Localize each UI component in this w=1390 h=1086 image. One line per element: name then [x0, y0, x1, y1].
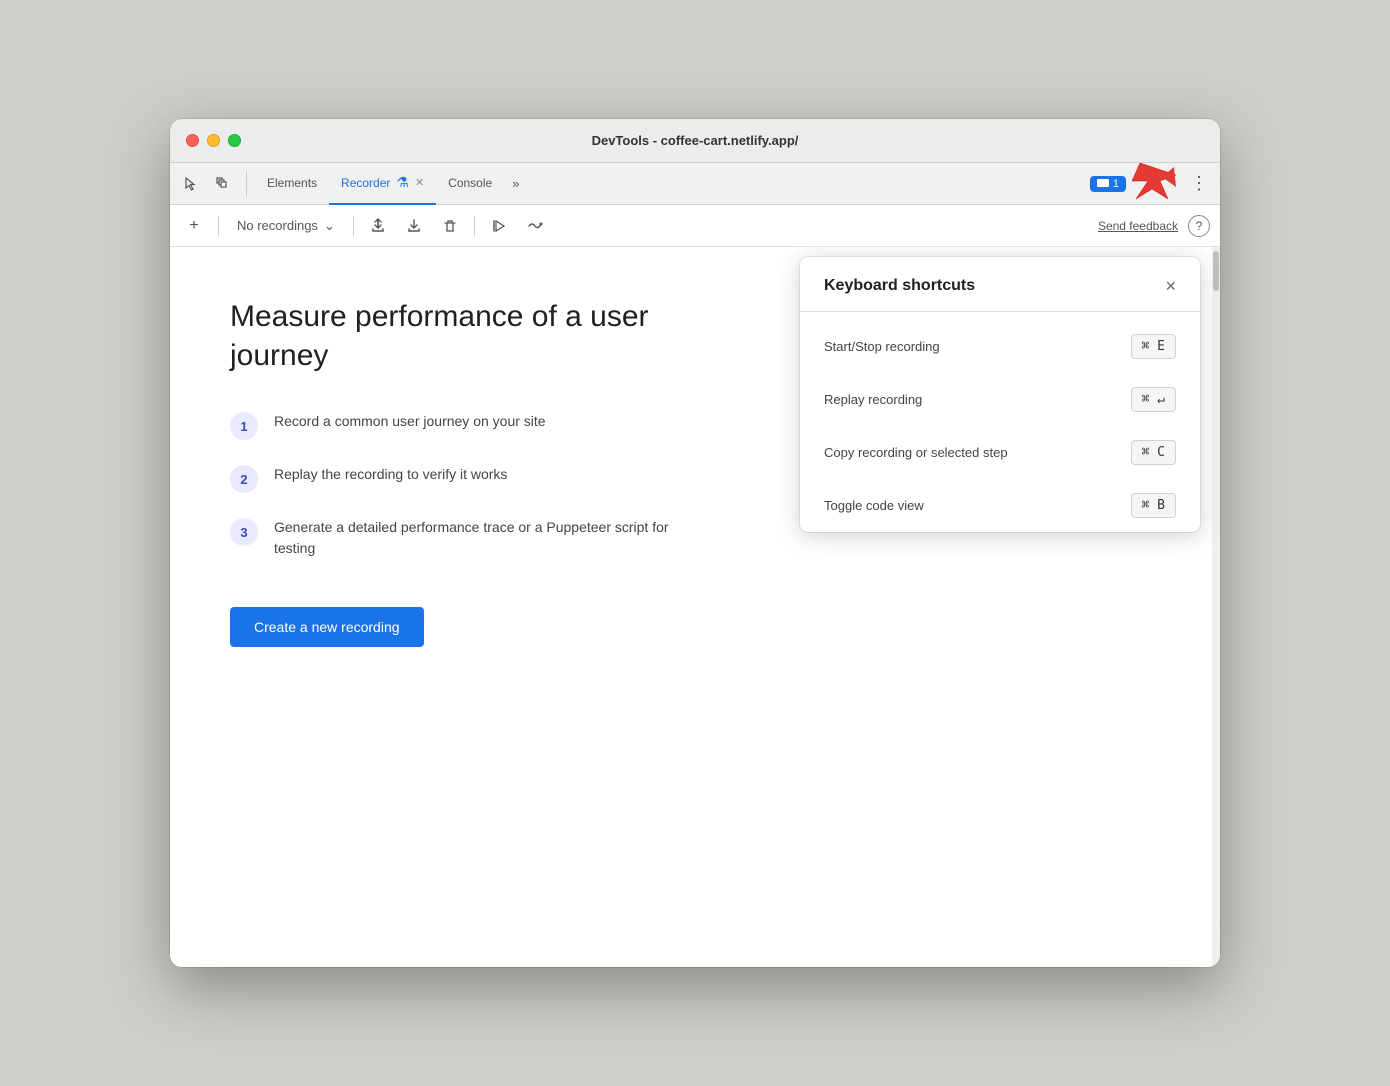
scrollbar[interactable] — [1212, 247, 1220, 967]
recorder-toolbar: + No recordings ⌄ — [170, 205, 1220, 247]
more-options-button[interactable]: ⋮ — [1186, 169, 1212, 198]
minimize-button[interactable] — [207, 134, 220, 147]
more-tabs-button[interactable]: » — [504, 163, 527, 205]
send-feedback-button[interactable]: Send feedback — [1098, 219, 1178, 233]
main-content: Measure performance of a user journey 1 … — [170, 247, 1220, 967]
performance-button[interactable] — [521, 212, 549, 240]
popup-divider — [800, 311, 1200, 312]
step-text-3: Generate a detailed performance trace or… — [274, 517, 670, 559]
toolbar-divider-3 — [474, 216, 475, 236]
red-arrow-icon — [1132, 159, 1180, 203]
shortcut-label-0: Start/Stop recording — [824, 339, 940, 354]
shortcut-row-2: Copy recording or selected step ⌘ C — [800, 426, 1200, 479]
red-arrow-annotation — [1132, 159, 1180, 208]
dt-right-controls: 1 ⋮ — [1090, 159, 1212, 208]
popup-close-button[interactable]: × — [1165, 277, 1176, 295]
layers-icon[interactable] — [210, 171, 236, 197]
export-button[interactable] — [364, 212, 392, 240]
dt-icon-group — [178, 171, 247, 197]
cursor-icon[interactable] — [178, 171, 204, 197]
add-recording-button[interactable]: + — [180, 212, 208, 240]
recorder-flask-icon: ⚗ — [396, 174, 409, 191]
devtools-window: DevTools - coffee-cart.netlify.app/ Elem… — [170, 119, 1220, 967]
devtools-tab-bar: Elements Recorder ⚗ ✕ Console » 1 — [170, 163, 1220, 205]
toolbar-divider-1 — [218, 216, 219, 236]
shortcut-label-2: Copy recording or selected step — [824, 445, 1008, 460]
shortcut-row-0: Start/Stop recording ⌘ E — [800, 320, 1200, 373]
popup-header: Keyboard shortcuts × — [800, 257, 1200, 311]
content-left: Measure performance of a user journey 1 … — [170, 247, 730, 697]
tab-console[interactable]: Console — [436, 163, 504, 205]
shortcut-key-1: ⌘ ↵ — [1131, 387, 1176, 412]
notification-badge[interactable]: 1 — [1090, 176, 1126, 192]
replay-button[interactable] — [485, 212, 513, 240]
chevron-down-icon: ⌄ — [324, 218, 335, 234]
shortcut-label-1: Replay recording — [824, 392, 922, 407]
delete-button[interactable] — [436, 212, 464, 240]
toolbar-divider-2 — [353, 216, 354, 236]
shortcut-label-3: Toggle code view — [824, 498, 924, 513]
recorder-tab-close[interactable]: ✕ — [415, 176, 424, 189]
close-button[interactable] — [186, 134, 199, 147]
traffic-lights — [186, 134, 241, 147]
tab-elements[interactable]: Elements — [255, 163, 329, 205]
shortcut-key-0: ⌘ E — [1131, 334, 1176, 359]
maximize-button[interactable] — [228, 134, 241, 147]
window-title: DevTools - coffee-cart.netlify.app/ — [592, 133, 799, 148]
steps-list: 1 Record a common user journey on your s… — [230, 411, 670, 559]
step-item-1: 1 Record a common user journey on your s… — [230, 411, 670, 440]
step-number-3: 3 — [230, 518, 258, 546]
recordings-dropdown[interactable]: No recordings ⌄ — [229, 214, 343, 238]
tab-recorder[interactable]: Recorder ⚗ ✕ — [329, 163, 436, 205]
step-number-1: 1 — [230, 412, 258, 440]
step-text-2: Replay the recording to verify it works — [274, 464, 507, 485]
step-item-2: 2 Replay the recording to verify it work… — [230, 464, 670, 493]
scrollbar-thumb[interactable] — [1213, 251, 1219, 291]
shortcut-key-2: ⌘ C — [1131, 440, 1176, 465]
shortcut-key-3: ⌘ B — [1131, 493, 1176, 518]
keyboard-shortcuts-popup: Keyboard shortcuts × Start/Stop recordin… — [800, 257, 1200, 532]
toolbar-right: Send feedback ? — [1098, 215, 1210, 237]
help-button[interactable]: ? — [1188, 215, 1210, 237]
create-recording-button[interactable]: Create a new recording — [230, 607, 424, 647]
title-bar: DevTools - coffee-cart.netlify.app/ — [170, 119, 1220, 163]
popup-title: Keyboard shortcuts — [824, 277, 975, 295]
shortcut-row-3: Toggle code view ⌘ B — [800, 479, 1200, 532]
shortcut-row-1: Replay recording ⌘ ↵ — [800, 373, 1200, 426]
step-item-3: 3 Generate a detailed performance trace … — [230, 517, 670, 559]
step-number-2: 2 — [230, 465, 258, 493]
step-text-1: Record a common user journey on your sit… — [274, 411, 546, 432]
import-button[interactable] — [400, 212, 428, 240]
headline: Measure performance of a user journey — [230, 297, 670, 375]
